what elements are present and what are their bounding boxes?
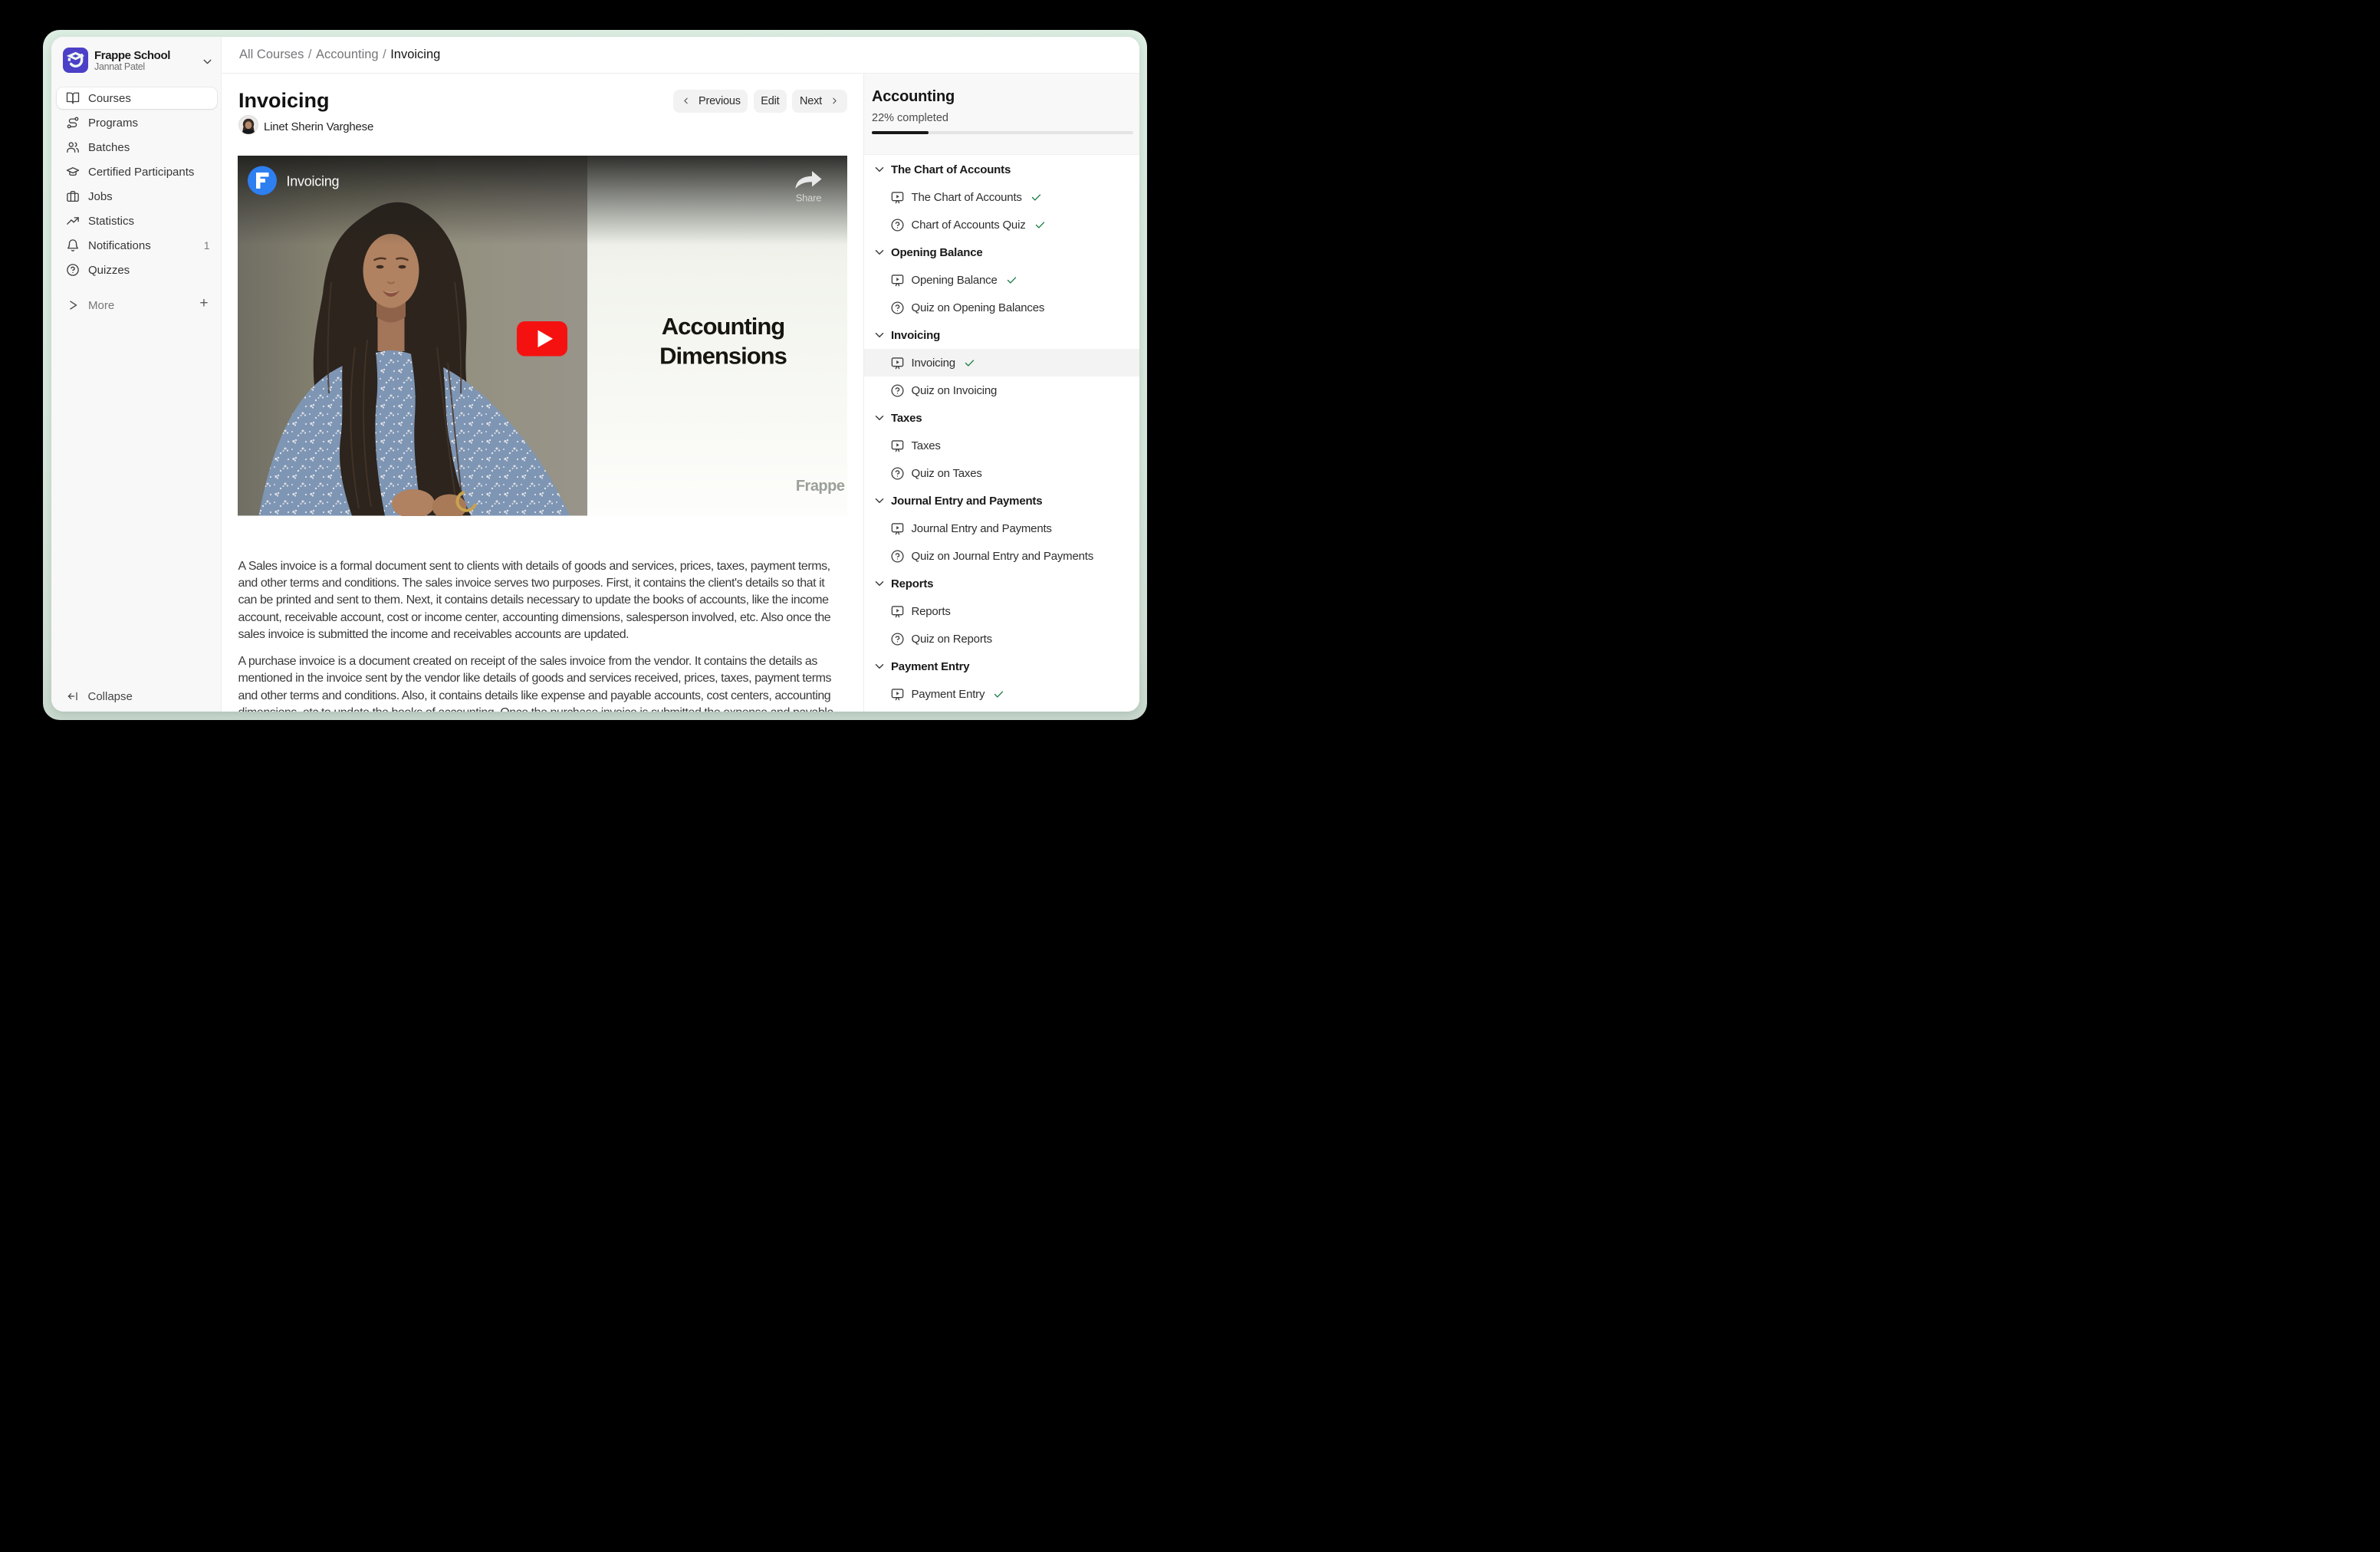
svg-text:Frappe: Frappe [796, 478, 845, 495]
svg-text:Dimensions: Dimensions [659, 343, 787, 370]
svg-text:Accounting: Accounting [662, 313, 785, 340]
svg-text:Invoicing: Invoicing [287, 174, 340, 189]
svg-text:Share: Share [796, 192, 821, 204]
